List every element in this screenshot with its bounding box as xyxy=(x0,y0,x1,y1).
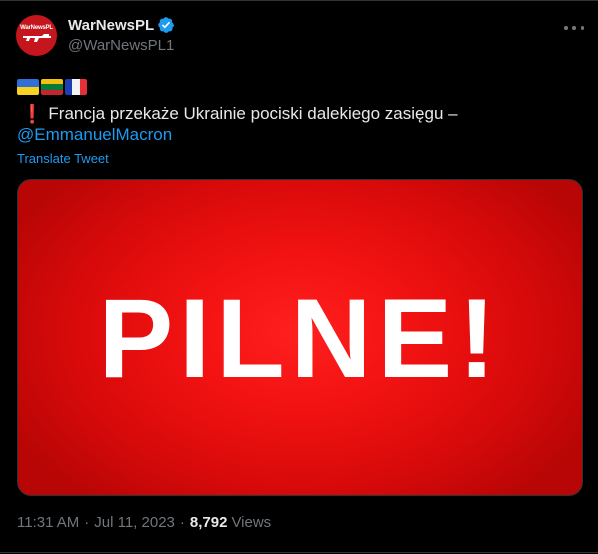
media-headline: PILNE! xyxy=(98,276,502,401)
flag-france-icon xyxy=(65,79,87,95)
tweet-text: Francja przekaże Ukrainie pociski daleki… xyxy=(48,104,458,123)
display-name[interactable]: WarNewsPL xyxy=(68,17,154,34)
translate-tweet-link[interactable]: Translate Tweet xyxy=(17,151,109,166)
tweet-date[interactable]: Jul 11, 2023 xyxy=(94,514,175,531)
handle[interactable]: @WarNewsPL1 xyxy=(68,37,174,54)
tweet-meta: 11:31 AM · Jul 11, 2023 · 8,792 Views xyxy=(17,514,271,531)
name-row: WarNewsPL xyxy=(68,16,175,34)
more-options-icon[interactable] xyxy=(564,18,584,38)
meta-separator: · xyxy=(84,514,90,531)
verified-badge-icon[interactable] xyxy=(157,16,175,34)
mention-link[interactable]: @EmmanuelMacron xyxy=(17,124,172,146)
top-divider xyxy=(0,0,598,1)
avatar[interactable]: WarNewsPL xyxy=(16,15,57,56)
tweet-text-line: ❗ Francja przekaże Ukrainie pociski dale… xyxy=(17,103,458,125)
views-label: Views xyxy=(231,514,272,531)
flag-ukraine-icon xyxy=(17,79,39,95)
tweet-card: WarNewsPL WarNewsPL @WarNewsPL1 ❗ Francj… xyxy=(0,0,598,554)
exclamation-icon: ❗ xyxy=(21,104,44,124)
flag-row xyxy=(17,79,87,95)
rifle-icon xyxy=(22,34,51,42)
tweet-time[interactable]: 11:31 AM xyxy=(17,514,79,531)
views-count: 8,792 xyxy=(189,514,228,531)
meta-separator: · xyxy=(179,514,185,531)
bottom-divider xyxy=(0,552,598,553)
flag-lithuania-icon xyxy=(41,79,63,95)
tweet-media-image[interactable]: PILNE! xyxy=(17,179,583,496)
